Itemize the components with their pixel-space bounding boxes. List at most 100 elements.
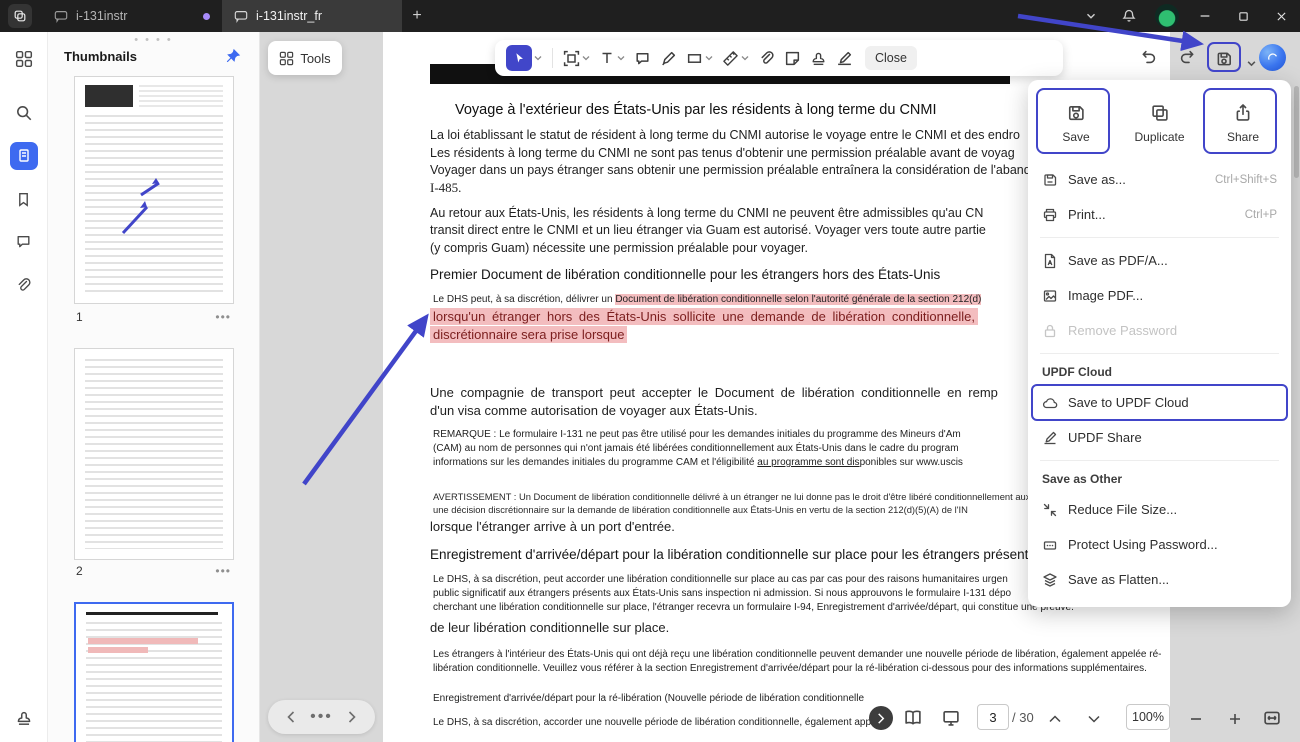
zoom-out-icon[interactable]: [1185, 708, 1207, 730]
text-tool-icon: [599, 50, 615, 66]
frame-tool[interactable]: [560, 44, 593, 72]
doc-line: Voyager dans un pays étranger sans obten…: [430, 163, 1128, 177]
doc-link[interactable]: au programme sont dis: [757, 457, 859, 468]
menu-item-image-pdf[interactable]: Image PDF...: [1028, 278, 1291, 313]
chevron-up-icon[interactable]: [1044, 708, 1066, 730]
chevron-down-icon[interactable]: [617, 55, 625, 61]
select-tool[interactable]: [503, 44, 545, 72]
menu-divider: [1040, 460, 1279, 461]
menu-item-remove-password[interactable]: Remove Password: [1028, 313, 1291, 348]
reader-mode-icon[interactable]: [901, 706, 925, 730]
doc-line: Les étrangers à l'intérieur des États-Un…: [433, 649, 1162, 660]
chevron-right-icon[interactable]: [348, 711, 356, 723]
pin-icon[interactable]: [225, 48, 241, 64]
expand-panel-button[interactable]: [869, 706, 893, 730]
close-toolbar-button[interactable]: Close: [865, 46, 917, 70]
chevron-down-icon[interactable]: [1083, 708, 1105, 730]
presentation-icon[interactable]: [939, 706, 963, 730]
select-cursor-icon: [506, 45, 532, 71]
stamp-tool[interactable]: [807, 44, 830, 72]
zoom-level-button[interactable]: 100%: [1126, 704, 1170, 730]
attachment-icon[interactable]: [11, 272, 37, 298]
left-icon-rail: [0, 32, 48, 742]
measure-tool[interactable]: [719, 44, 752, 72]
signature-tool[interactable]: [833, 44, 856, 72]
doc-line: libération conditionnelle. Veuillez vous…: [433, 663, 1147, 674]
doc-line: Les résidents à long terme du CNMI ne so…: [430, 146, 1015, 160]
menu-item-save-to-updf-cloud[interactable]: Save to UPDF Cloud: [1028, 385, 1291, 420]
minimize-icon[interactable]: [1186, 0, 1224, 32]
share-button[interactable]: Share: [1205, 92, 1281, 154]
thumbnail-page-2[interactable]: [74, 348, 234, 560]
chevron-down-icon[interactable]: [705, 55, 713, 61]
zoom-in-icon[interactable]: [1224, 708, 1246, 730]
save-as-icon: [1042, 172, 1058, 188]
thumb-highlight-mark: [88, 638, 198, 644]
chevron-down-icon[interactable]: [1072, 0, 1110, 32]
more-dots-icon[interactable]: •••: [310, 708, 333, 726]
menu-item-label: Save as Flatten...: [1068, 572, 1277, 587]
shape-tool[interactable]: [683, 44, 716, 72]
thumbnail-more-button[interactable]: •••: [215, 310, 231, 324]
attach-tool[interactable]: [755, 44, 778, 72]
save-button[interactable]: Save: [1038, 92, 1114, 154]
text-tool[interactable]: [596, 44, 628, 72]
menu-item-label: Image PDF...: [1068, 288, 1277, 303]
flatten-icon: [1042, 572, 1058, 588]
ai-assistant-icon[interactable]: [1259, 44, 1286, 71]
chevron-down-icon[interactable]: [582, 55, 590, 61]
close-icon[interactable]: [1262, 0, 1300, 32]
tools-button[interactable]: Tools: [268, 41, 342, 75]
comment-icon[interactable]: [11, 228, 37, 254]
stamp-icon[interactable]: [11, 705, 37, 731]
user-avatar[interactable]: [1148, 0, 1186, 32]
thumbnails-icon[interactable]: [10, 142, 38, 170]
menu-item-reduce-file-size[interactable]: Reduce File Size...: [1028, 492, 1291, 527]
save-icon[interactable]: [1213, 48, 1235, 70]
chevron-down-icon[interactable]: [534, 55, 542, 61]
thumb-texture: [86, 612, 218, 615]
panel-drag-handle[interactable]: • • • •: [134, 34, 173, 46]
doc-line: transit direct entre le CNMI et un lieu …: [430, 223, 986, 237]
chevron-left-icon[interactable]: [287, 711, 295, 723]
page-number-input[interactable]: [977, 704, 1009, 730]
tab-i-131instr[interactable]: i-131instr: [42, 0, 222, 32]
doc-line: (CAM) au nom de personnes qui n'ont jama…: [433, 443, 959, 454]
bell-icon[interactable]: [1110, 0, 1148, 32]
thumbnail-row-meta: 1 •••: [76, 310, 231, 324]
undo-icon[interactable]: [1138, 46, 1160, 68]
menu-item-save-as-pdfa[interactable]: Save as PDF/A...: [1028, 243, 1291, 278]
new-tab-button[interactable]: +: [402, 0, 432, 32]
menu-item-save-as[interactable]: Save as... Ctrl+Shift+S: [1028, 162, 1291, 197]
menu-item-save-as-flatten[interactable]: Save as Flatten...: [1028, 562, 1291, 597]
bookmark-icon[interactable]: [11, 186, 37, 212]
thumbnail-page-1[interactable]: [74, 76, 234, 304]
thumbnail-more-button[interactable]: •••: [215, 564, 231, 578]
grid-icon[interactable]: [11, 46, 37, 72]
vertical-scrollbar[interactable]: [1294, 86, 1299, 178]
chevron-down-icon[interactable]: [741, 55, 749, 61]
duplicate-button[interactable]: Duplicate: [1122, 92, 1198, 154]
stamp-icon: [810, 50, 827, 67]
highlighter-tool[interactable]: [657, 44, 680, 72]
tab-i-131instr-fr[interactable]: i-131instr_fr: [222, 0, 402, 32]
comment-tool[interactable]: [631, 44, 654, 72]
highlight-annotation[interactable]: Document de libération conditionnelle se…: [615, 294, 981, 305]
menu-item-updf-share[interactable]: UPDF Share: [1028, 420, 1291, 455]
highlight-annotation[interactable]: discrétionnaire sera prise lorsque: [430, 326, 627, 343]
fit-width-icon[interactable]: [1260, 706, 1284, 730]
doc-line: une décision discrétionnaire sur la dema…: [433, 504, 968, 515]
menu-item-print[interactable]: Print... Ctrl+P: [1028, 197, 1291, 232]
menu-section-header: UPDF Cloud: [1028, 359, 1291, 385]
maximize-icon[interactable]: [1224, 0, 1262, 32]
highlight-annotation[interactable]: lorsqu'un étranger hors des États-Unis s…: [430, 308, 978, 325]
app-logo-icon[interactable]: [8, 4, 32, 28]
redo-icon[interactable]: [1176, 46, 1198, 68]
attachment-icon: [758, 50, 775, 67]
menu-item-protect-password[interactable]: Protect Using Password...: [1028, 527, 1291, 562]
search-icon[interactable]: [11, 100, 37, 126]
thumbnail-page-3[interactable]: [74, 602, 234, 742]
menu-button-label: Duplicate: [1134, 130, 1184, 144]
titlebar: i-131instr i-131instr_fr +: [0, 0, 1300, 32]
sticker-tool[interactable]: [781, 44, 804, 72]
